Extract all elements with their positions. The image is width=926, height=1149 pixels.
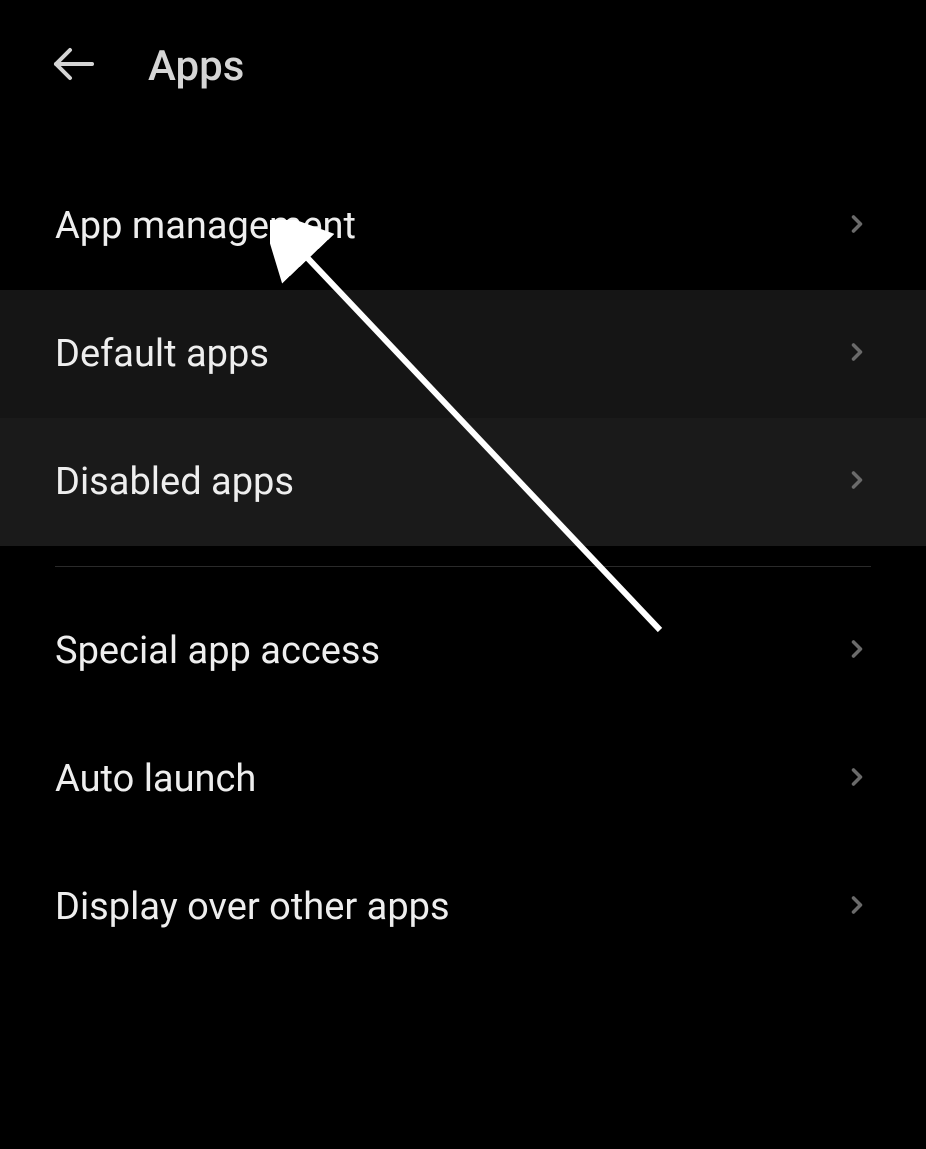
chevron-right-icon	[843, 891, 871, 923]
list-item-label: Disabled apps	[55, 460, 294, 504]
chevron-right-icon	[843, 210, 871, 242]
list-item-label: App management	[55, 204, 356, 248]
chevron-right-icon	[843, 763, 871, 795]
list-item-label: Auto launch	[55, 757, 256, 801]
list-item-label: Display over other apps	[55, 885, 450, 929]
list-item-default-apps[interactable]: Default apps	[0, 290, 926, 418]
arrow-left-icon	[50, 40, 98, 92]
list-item-label: Special app access	[55, 629, 380, 673]
list-item-special-app-access[interactable]: Special app access	[0, 587, 926, 715]
back-button[interactable]	[50, 40, 98, 92]
list-item-app-management[interactable]: App management	[0, 162, 926, 290]
settings-list: App management Default apps Disabled app…	[0, 162, 926, 971]
chevron-right-icon	[843, 635, 871, 667]
chevron-right-icon	[843, 466, 871, 498]
page-title: Apps	[148, 42, 244, 91]
list-item-display-over-other-apps[interactable]: Display over other apps	[0, 843, 926, 971]
page-header: Apps	[0, 0, 926, 122]
chevron-right-icon	[843, 338, 871, 370]
divider	[55, 566, 871, 567]
list-item-auto-launch[interactable]: Auto launch	[0, 715, 926, 843]
list-item-disabled-apps[interactable]: Disabled apps	[0, 418, 926, 546]
list-item-label: Default apps	[55, 332, 269, 376]
